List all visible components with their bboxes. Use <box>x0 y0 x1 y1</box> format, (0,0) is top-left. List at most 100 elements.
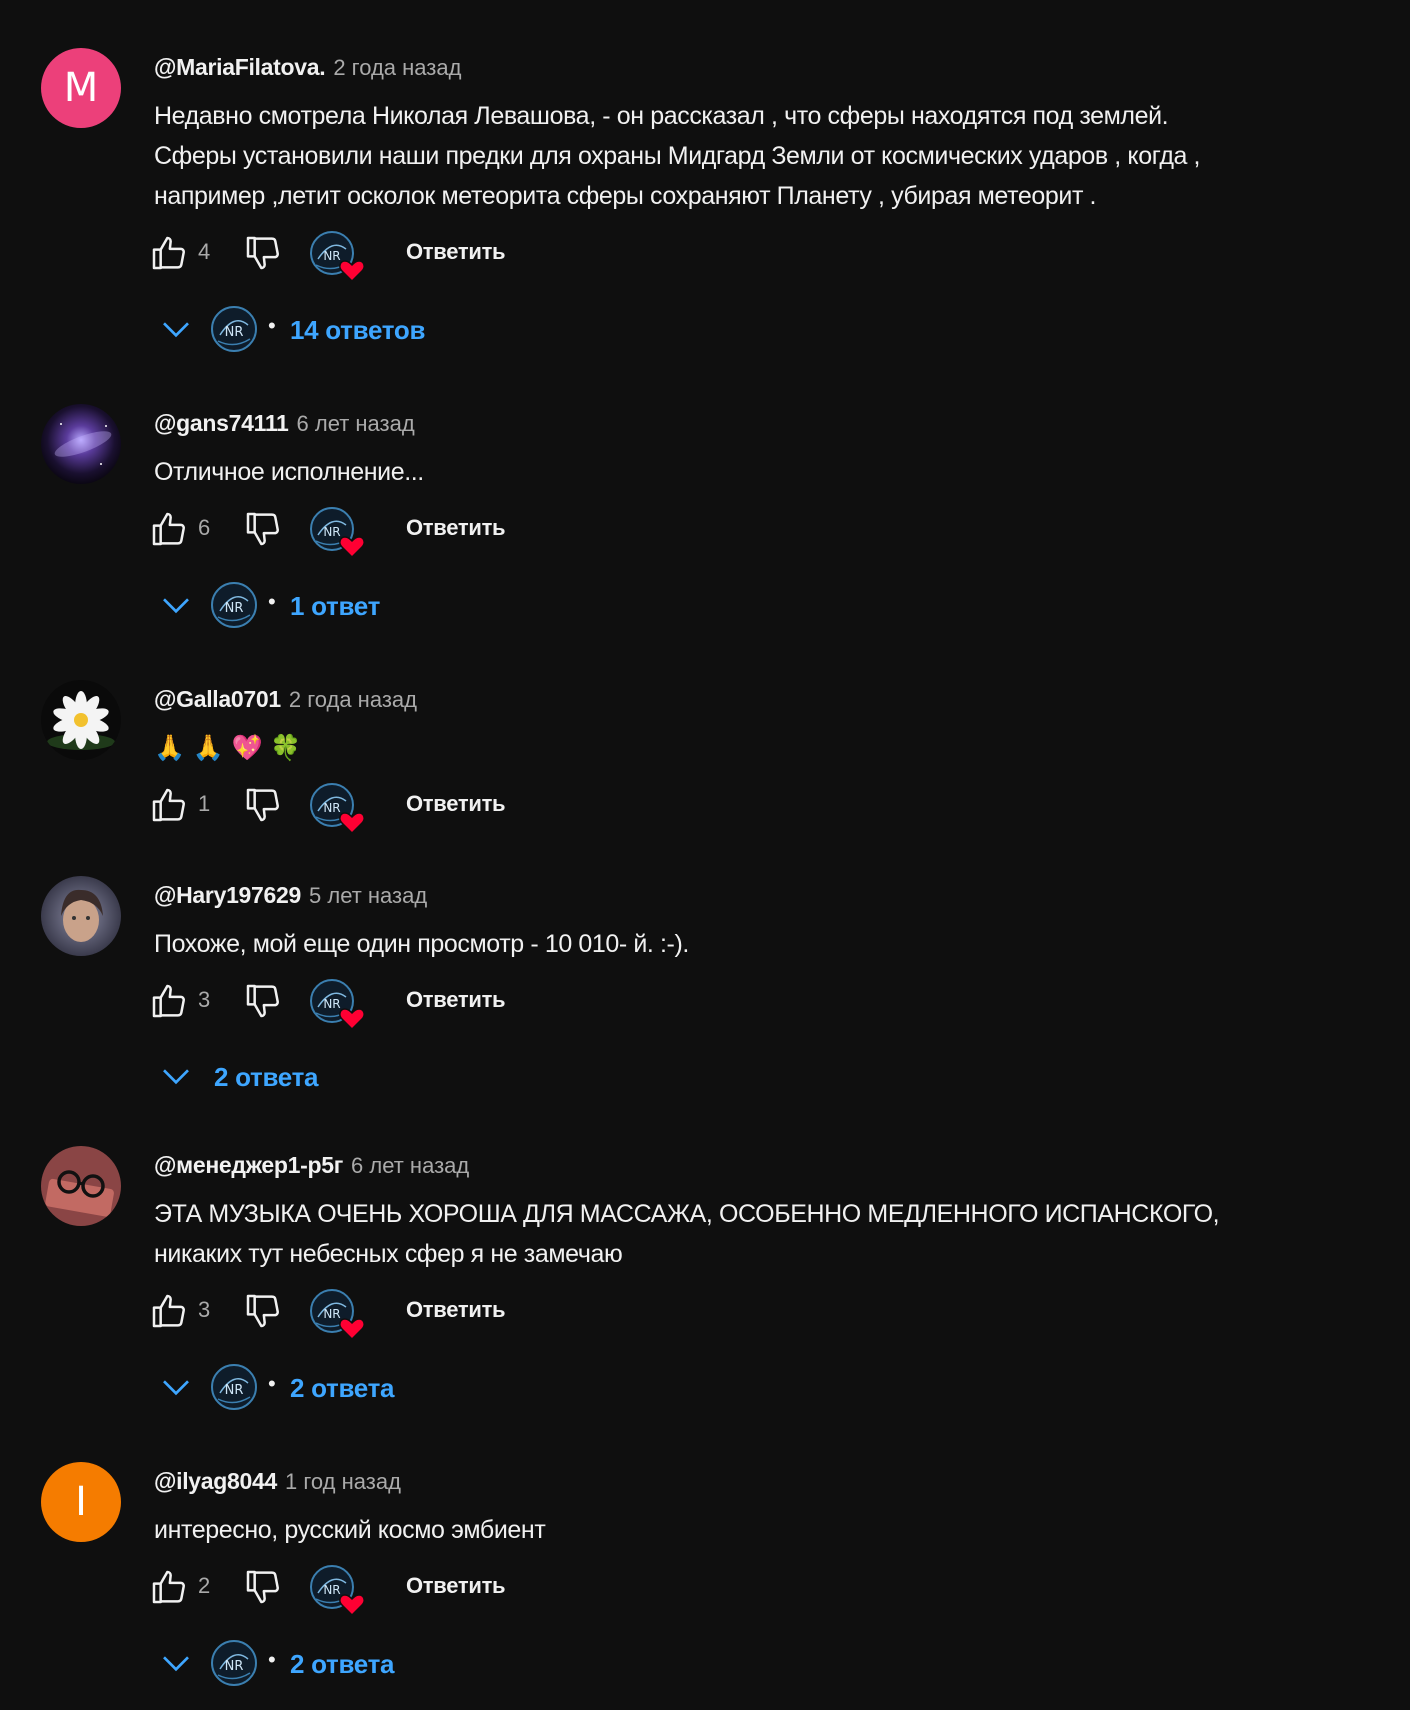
like-button[interactable] <box>148 511 190 551</box>
svg-text:NR: NR <box>323 249 340 263</box>
thumb-down-icon <box>243 981 283 1026</box>
like-button[interactable] <box>148 235 190 275</box>
separator-dot: • <box>268 589 276 614</box>
dislike-button[interactable] <box>242 983 284 1023</box>
thumb-up-icon <box>149 785 189 830</box>
svg-text:NR: NR <box>323 997 340 1011</box>
comment-actions: 6 NR Ответить <box>148 503 548 559</box>
comment-date[interactable]: 5 лет назад <box>309 883 427 908</box>
comment-header: @ilyag8044 1 год назад <box>154 1466 401 1496</box>
reply-button[interactable]: Ответить <box>406 987 506 1013</box>
reply-button[interactable]: Ответить <box>406 239 506 265</box>
channel-avatar-icon: NR <box>210 581 258 629</box>
replies-count: 14 ответов <box>290 315 426 345</box>
svg-text:NR: NR <box>225 1659 244 1674</box>
reply-button[interactable]: Ответить <box>406 1297 506 1323</box>
comment-text: 🙏 🙏 💖 🍀 <box>154 728 1384 768</box>
comment-actions: 3 NR Ответить <box>148 975 548 1031</box>
reply-button[interactable]: Ответить <box>406 1573 506 1599</box>
dislike-button[interactable] <box>242 1293 284 1333</box>
like-button[interactable] <box>148 983 190 1023</box>
comment-date[interactable]: 2 года назад <box>289 687 417 712</box>
comment-header: @Galla0701 2 года назад <box>154 684 417 714</box>
author-avatar[interactable]: M <box>41 48 121 128</box>
comment-text: ЭТА МУЗЫКА ОЧЕНЬ ХОРОША ДЛЯ МАССАЖА, ОСО… <box>154 1194 1384 1274</box>
chevron-down-icon <box>160 1651 192 1677</box>
thumb-up-icon <box>149 1567 189 1612</box>
portrait-avatar[interactable] <box>41 876 121 956</box>
view-replies-button[interactable]: 2 ответа NR • <box>154 1363 654 1413</box>
lotus-avatar[interactable] <box>41 680 121 760</box>
emoji: 🍀 <box>270 734 301 762</box>
author-name[interactable]: @MariaFilatova. <box>154 54 326 80</box>
comment-header: @Hary197629 5 лет назад <box>154 880 427 910</box>
reply-button[interactable]: Ответить <box>406 515 506 541</box>
comment-text-line: Отличное исполнение... <box>154 458 424 486</box>
thumb-up-icon <box>149 509 189 554</box>
separator-dot: • <box>268 1371 276 1396</box>
creator-heart-icon: NR <box>308 229 368 285</box>
emoji: 🙏 <box>154 734 185 762</box>
comment-date[interactable]: 6 лет назад <box>297 411 415 436</box>
thumb-up-icon <box>149 1291 189 1336</box>
chevron-down-icon <box>160 1064 192 1090</box>
creator-heart-icon: NR <box>308 505 368 561</box>
dislike-button[interactable] <box>242 235 284 275</box>
view-replies-button[interactable]: 2 ответа NR • <box>154 1639 654 1689</box>
thumb-down-icon <box>243 509 283 554</box>
dislike-button[interactable] <box>242 1569 284 1609</box>
chevron-down-icon <box>160 1375 192 1401</box>
like-count: 3 <box>198 987 211 1012</box>
like-count: 2 <box>198 1573 211 1598</box>
view-replies-button[interactable]: 1 ответ NR • <box>154 581 654 631</box>
comment-text: Похоже, мой еще один просмотр - 10 010- … <box>154 924 1384 964</box>
comment-text-line: интересно, русский космо эмбиент <box>154 1516 546 1544</box>
comment-text-line: например ,летит осколок метеорита сферы … <box>154 182 1097 210</box>
view-replies-button[interactable]: 2 ответа <box>154 1052 654 1102</box>
comment-actions: 3 NR Ответить <box>148 1285 548 1341</box>
author-name[interactable]: @gans74111 <box>154 410 289 436</box>
like-button[interactable] <box>148 1569 190 1609</box>
comment-header: @менеджер1-р5г 6 лет назад <box>154 1150 469 1180</box>
replies-count: 2 ответа <box>290 1373 395 1403</box>
svg-text:NR: NR <box>225 601 244 616</box>
comment-date[interactable]: 2 года назад <box>333 55 461 80</box>
creator-heart-icon: NR <box>308 1287 368 1343</box>
chevron-down-icon <box>160 317 192 343</box>
comment-actions: 2 NR Ответить <box>148 1561 548 1617</box>
thumb-down-icon <box>243 1567 283 1612</box>
like-count: 6 <box>198 515 211 540</box>
view-replies-button[interactable]: 14 ответов NR • <box>154 305 654 355</box>
reply-button[interactable]: Ответить <box>406 791 506 817</box>
comment-date[interactable]: 1 год назад <box>285 1469 401 1494</box>
comment-text-line: Недавно смотрела Николая Левашова, - он … <box>154 102 1169 130</box>
dislike-button[interactable] <box>242 511 284 551</box>
comment-date[interactable]: 6 лет назад <box>351 1153 469 1178</box>
author-name[interactable]: @Hary197629 <box>154 882 301 908</box>
galaxy-avatar[interactable] <box>41 404 121 484</box>
author-name[interactable]: @менеджер1-р5г <box>154 1152 343 1178</box>
like-button[interactable] <box>148 787 190 827</box>
comment-text: Недавно смотрела Николая Левашова, - он … <box>154 96 1384 216</box>
comment-actions: 1 NR Ответить <box>148 779 548 835</box>
author-avatar[interactable]: I <box>41 1462 121 1542</box>
channel-avatar-icon: NR <box>210 305 258 353</box>
svg-text:NR: NR <box>323 1583 340 1597</box>
emoji: 🙏 <box>192 734 224 762</box>
thumb-down-icon <box>243 1291 283 1336</box>
emoji-row: 🙏 🙏 💖 🍀 <box>154 728 1384 768</box>
comment-header: @MariaFilatova. 2 года назад <box>154 52 461 82</box>
like-count: 4 <box>198 239 211 264</box>
author-name[interactable]: @Galla0701 <box>154 686 281 712</box>
svg-text:NR: NR <box>225 1383 244 1398</box>
like-button[interactable] <box>148 1293 190 1333</box>
author-name[interactable]: @ilyag8044 <box>154 1468 277 1494</box>
svg-text:NR: NR <box>225 325 244 340</box>
thumb-up-icon <box>149 233 189 278</box>
dislike-button[interactable] <box>242 787 284 827</box>
svg-text:NR: NR <box>323 1307 340 1321</box>
comment-text: интересно, русский космо эмбиент <box>154 1510 1384 1550</box>
comments-list: M @MariaFilatova. 2 года назад Недавно смот… <box>0 0 1410 1710</box>
like-count: 1 <box>198 791 211 816</box>
glasses-avatar[interactable] <box>41 1146 121 1226</box>
